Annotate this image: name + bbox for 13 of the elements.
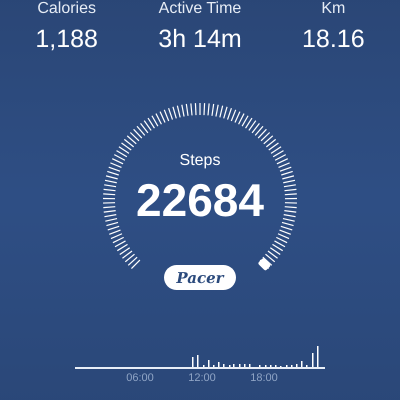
steps-label: Steps	[180, 151, 220, 171]
time-label: 06:00	[125, 371, 155, 386]
progress-knob	[258, 258, 272, 272]
stat-value: 3h 14m	[158, 24, 242, 54]
stat-label: Km	[321, 0, 346, 18]
stat-value: 18.16	[302, 24, 365, 54]
time-label: 12:00	[187, 371, 217, 386]
stat-label: Calories	[37, 0, 96, 18]
pacer-button[interactable]: Pacer	[164, 265, 236, 290]
stat-label: Active Time	[158, 0, 242, 18]
stat-value: 1,188	[35, 24, 98, 54]
steps-count: 22684	[136, 173, 264, 228]
time-label: 18:00	[249, 371, 279, 386]
